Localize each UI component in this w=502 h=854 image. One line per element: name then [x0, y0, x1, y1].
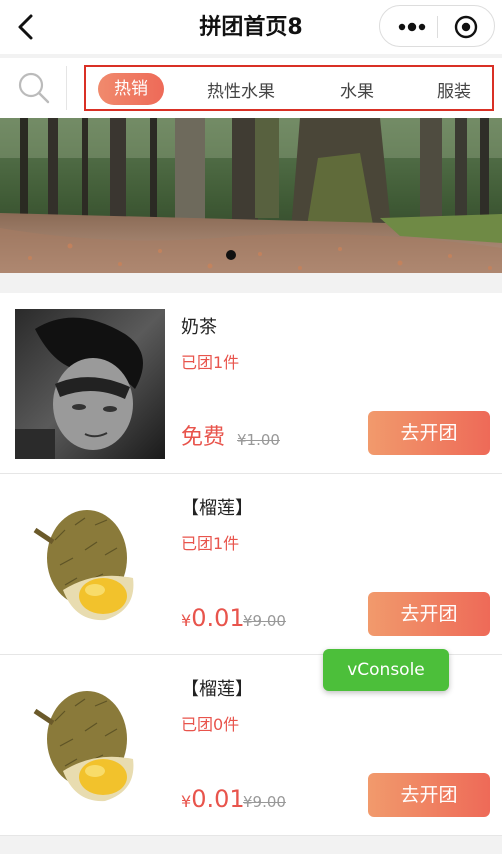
currency-symbol: ¥: [181, 792, 192, 811]
vconsole-button[interactable]: vConsole: [323, 649, 449, 691]
durian-thumbnail: [15, 490, 165, 640]
search-icon[interactable]: [16, 70, 52, 106]
currency-symbol: ¥: [181, 611, 192, 630]
tab-fruit[interactable]: 水果: [340, 77, 374, 102]
forest-banner-image: [0, 118, 502, 273]
durian-thumbnail: [15, 671, 165, 821]
original-price: ¥1.00: [237, 431, 280, 449]
product-price: ¥0.01: [181, 785, 245, 813]
category-bar: 热销 热性水果 水果 服装: [0, 58, 502, 118]
product-price: 免费: [181, 419, 225, 451]
banner-carousel[interactable]: [0, 118, 502, 273]
tab-hot-sale[interactable]: 热销: [98, 73, 164, 105]
category-tabs: 热销 热性水果 水果 服装: [84, 65, 494, 111]
list-item[interactable]: 奶茶 已团1件 免费 ¥1.00 去开团: [0, 293, 502, 474]
price-value: 0.01: [191, 785, 245, 813]
start-group-button[interactable]: 去开团: [368, 773, 490, 817]
product-list: 奶茶 已团1件 免费 ¥1.00 去开团 【榴莲】 已团1件 ¥0.01 ¥9.…: [0, 293, 502, 836]
original-price: ¥9.00: [243, 612, 286, 630]
tab-clothing[interactable]: 服装: [437, 77, 471, 102]
capsule-divider: [437, 16, 438, 38]
search-divider: [66, 66, 67, 110]
product-name: 奶茶: [181, 317, 217, 338]
close-mini-program-icon[interactable]: [454, 15, 478, 39]
more-options-icon[interactable]: [397, 18, 427, 36]
group-count: 已团0件: [181, 715, 240, 734]
product-name: 【榴莲】: [181, 498, 253, 519]
start-group-button[interactable]: 去开团: [368, 411, 490, 455]
tab-hot-fruit[interactable]: 热性水果: [207, 77, 275, 102]
group-count: 已团1件: [181, 534, 240, 553]
milk-tea-thumbnail: [15, 309, 165, 459]
navigation-bar: 拼团首页8: [0, 0, 502, 54]
price-value: 0.01: [191, 604, 245, 632]
product-name: 【榴莲】: [181, 679, 253, 700]
carousel-indicator[interactable]: [226, 250, 236, 260]
product-price: ¥0.01: [181, 604, 245, 632]
mini-program-capsule: [379, 5, 495, 47]
free-price-label: 免费: [181, 425, 226, 450]
original-price: ¥9.00: [243, 793, 286, 811]
group-count: 已团1件: [181, 353, 240, 372]
start-group-button[interactable]: 去开团: [368, 592, 490, 636]
list-item[interactable]: 【榴莲】 已团1件 ¥0.01 ¥9.00 去开团: [0, 474, 502, 655]
